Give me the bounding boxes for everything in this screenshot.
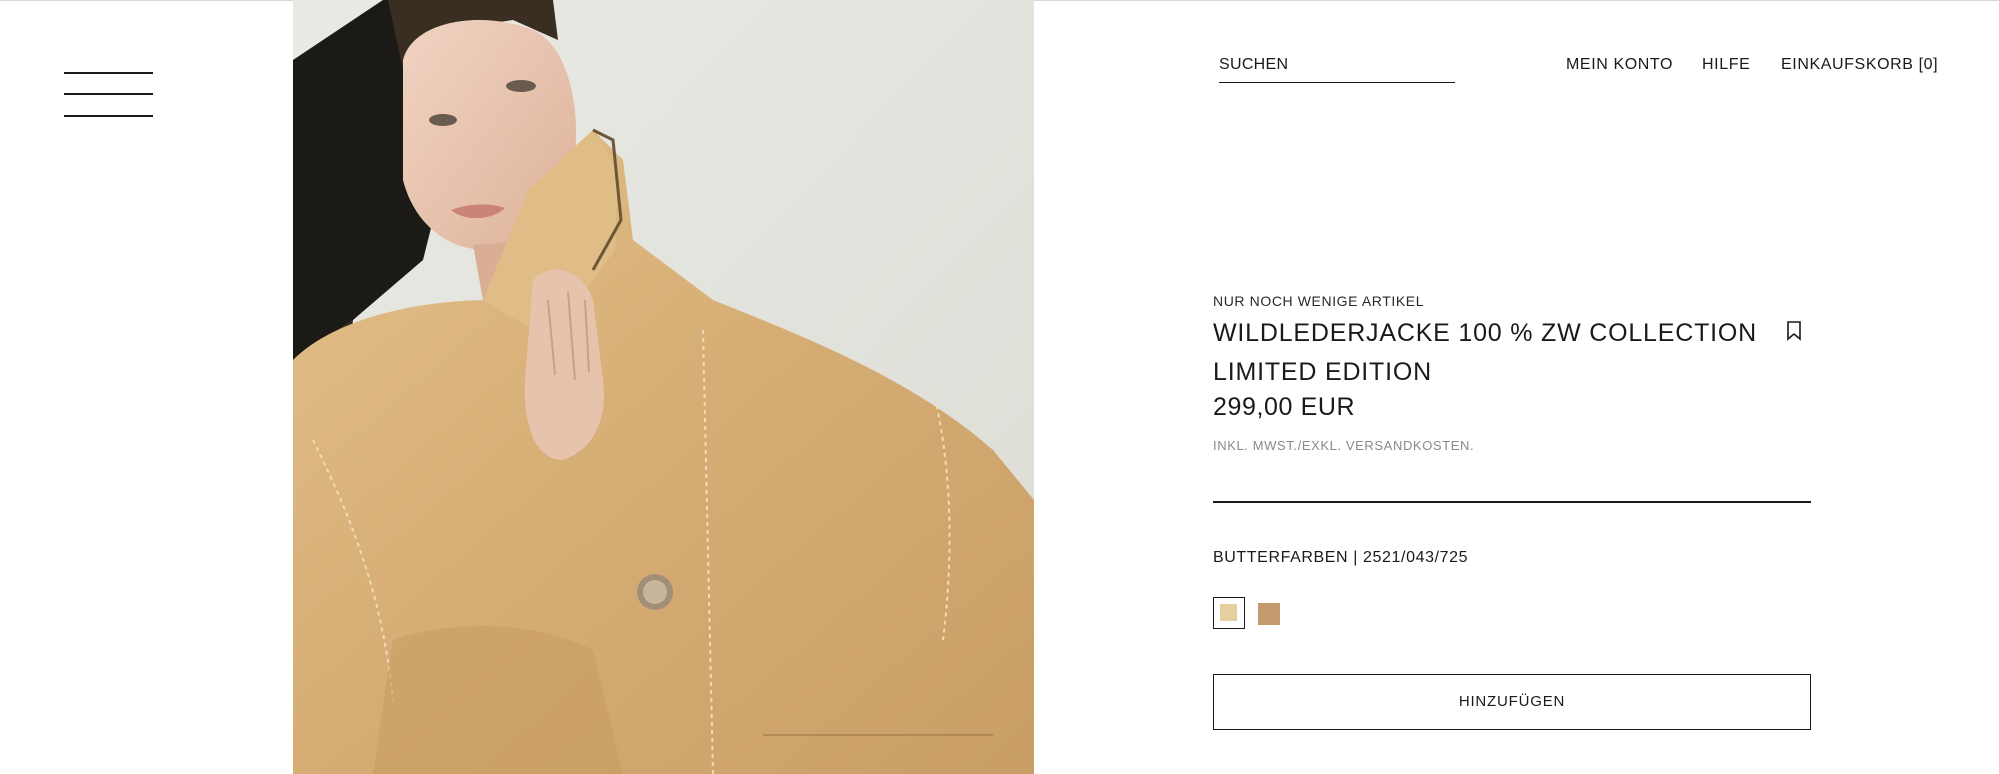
- color-and-article-code: BUTTERFARBEN | 2521/043/725: [1213, 549, 1469, 566]
- color-swatch-camel[interactable]: [1258, 603, 1280, 625]
- hamburger-bar: [64, 93, 153, 95]
- search-placeholder: SUCHEN: [1219, 56, 1289, 73]
- hamburger-bar: [64, 115, 153, 117]
- product-price: 299,00 EUR: [1213, 393, 1356, 421]
- bookmark-icon[interactable]: [1785, 320, 1803, 342]
- availability-note: NUR NOCH WENIGE ARTIKEL: [1213, 293, 1425, 309]
- add-to-cart-button[interactable]: HINZUFÜGEN: [1213, 674, 1811, 730]
- product-title-line-2: LIMITED EDITION: [1213, 358, 1432, 386]
- color-swatch-butter[interactable]: [1213, 597, 1245, 629]
- hamburger-menu-icon: [64, 72, 153, 74]
- divider: [1213, 501, 1811, 503]
- search-input[interactable]: SUCHEN: [1219, 50, 1455, 83]
- product-title-line-1: WILDLEDERJACKE 100 % ZW COLLECTION: [1213, 319, 1757, 347]
- product-image: [293, 0, 1034, 774]
- nav-cart[interactable]: EINKAUFSKORB [0]: [1781, 56, 1938, 74]
- swatch-fill: [1220, 604, 1237, 621]
- tax-note: INKL. MWST./EXKL. VERSANDKOSTEN.: [1213, 438, 1475, 453]
- product-title: WILDLEDERJACKE 100 % ZW COLLECTION LIMIT…: [1213, 314, 1773, 392]
- menu-button[interactable]: [64, 72, 153, 120]
- nav-help[interactable]: HILFE: [1702, 56, 1750, 74]
- nav-my-account[interactable]: MEIN KONTO: [1566, 56, 1673, 74]
